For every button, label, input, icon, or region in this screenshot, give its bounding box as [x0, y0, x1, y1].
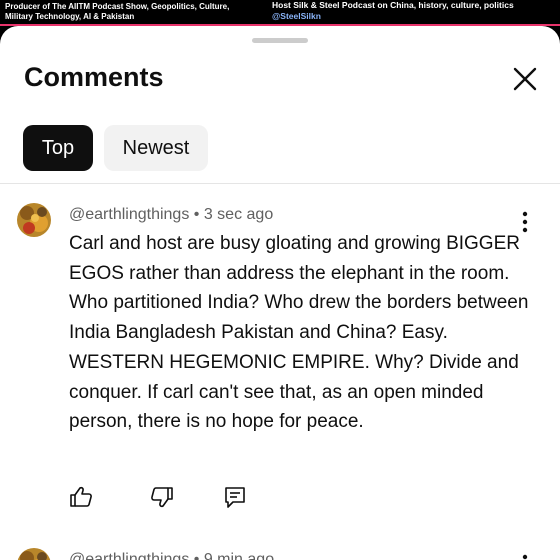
reply-icon	[225, 487, 245, 508]
reply-button[interactable]	[222, 484, 248, 510]
comments-panel: Comments Top Newest @earthlingthings • 3…	[0, 26, 560, 560]
comment-author[interactable]: @earthlingthings	[69, 206, 189, 223]
producer-caption: Producer of The AIITM Podcast Show, Geop…	[5, 2, 230, 21]
comment-menu-button[interactable]	[515, 550, 535, 560]
drag-handle[interactable]	[252, 38, 308, 43]
host-caption-text: Host Silk & Steel Podcast on China, hist…	[272, 0, 514, 10]
host-handle[interactable]: @SteelSilkn	[272, 11, 321, 21]
thumbs-up-icon	[70, 486, 92, 507]
close-icon	[513, 67, 537, 91]
comment-time: 3 sec ago	[203, 206, 274, 223]
meta-separator: •	[193, 551, 200, 560]
host-caption: Host Silk & Steel Podcast on China, hist…	[272, 0, 552, 22]
avatar-image	[17, 548, 51, 560]
comment-author[interactable]: @earthlingthings	[69, 551, 189, 560]
like-button[interactable]	[68, 484, 94, 510]
avatar[interactable]	[17, 548, 51, 560]
comment-time: 9 min ago	[203, 551, 275, 560]
comment-meta: @earthlingthings • 3 sec ago	[69, 206, 273, 224]
close-button[interactable]	[508, 62, 542, 96]
comment-meta: @earthlingthings • 9 min ago	[69, 551, 274, 560]
divider	[0, 183, 560, 184]
panel-title: Comments	[24, 62, 164, 92]
comment-text: Carl and host are busy gloating and grow…	[69, 233, 529, 433]
video-info-bar: Producer of The AIITM Podcast Show, Geop…	[0, 0, 560, 26]
thumbs-down-icon	[151, 487, 173, 508]
tab-newest[interactable]: Newest	[104, 125, 208, 171]
tab-top[interactable]: Top	[23, 125, 93, 171]
dislike-button[interactable]	[149, 484, 175, 510]
avatar-image	[17, 203, 51, 237]
more-vert-icon	[522, 554, 528, 560]
avatar[interactable]	[17, 203, 51, 237]
meta-separator: •	[193, 206, 200, 223]
